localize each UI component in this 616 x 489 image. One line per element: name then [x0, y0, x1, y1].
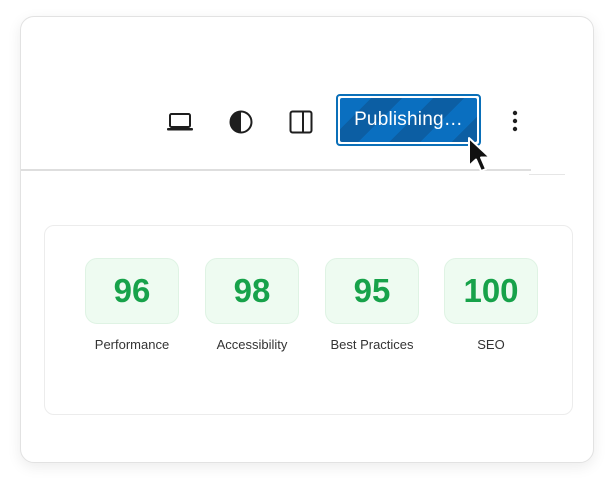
score-label: Best Practices	[330, 337, 414, 352]
toolbar-divider-end	[529, 174, 565, 175]
score-value-box: 100	[444, 258, 538, 324]
toolbar-divider	[21, 169, 531, 171]
score-value: 96	[113, 272, 151, 309]
editor-card: Publishing… 96 Performance 98 Accessibil…	[20, 16, 594, 463]
more-vertical-icon[interactable]	[505, 107, 525, 135]
sidebar-icon[interactable]	[285, 106, 317, 138]
score-label: Accessibility	[216, 337, 288, 352]
score-performance: 96 Performance	[85, 258, 179, 352]
lighthouse-scores-panel: 96 Performance 98 Accessibility 95 Best …	[44, 225, 573, 415]
publish-button[interactable]: Publishing…	[336, 94, 481, 146]
publish-button-label: Publishing…	[354, 109, 463, 130]
score-accessibility: 98 Accessibility	[205, 258, 299, 352]
score-value: 98	[233, 272, 271, 309]
score-value: 100	[463, 272, 519, 309]
score-value-box: 98	[205, 258, 299, 324]
laptop-icon[interactable]	[164, 106, 196, 138]
score-seo: 100 SEO	[444, 258, 538, 352]
score-value-box: 95	[325, 258, 419, 324]
score-label: Performance	[94, 337, 170, 352]
score-best-practices: 95 Best Practices	[325, 258, 419, 352]
score-label: SEO	[477, 337, 505, 352]
mouse-pointer-icon	[467, 136, 493, 174]
score-value-box: 96	[85, 258, 179, 324]
contrast-icon[interactable]	[225, 106, 257, 138]
score-value: 95	[353, 272, 391, 309]
